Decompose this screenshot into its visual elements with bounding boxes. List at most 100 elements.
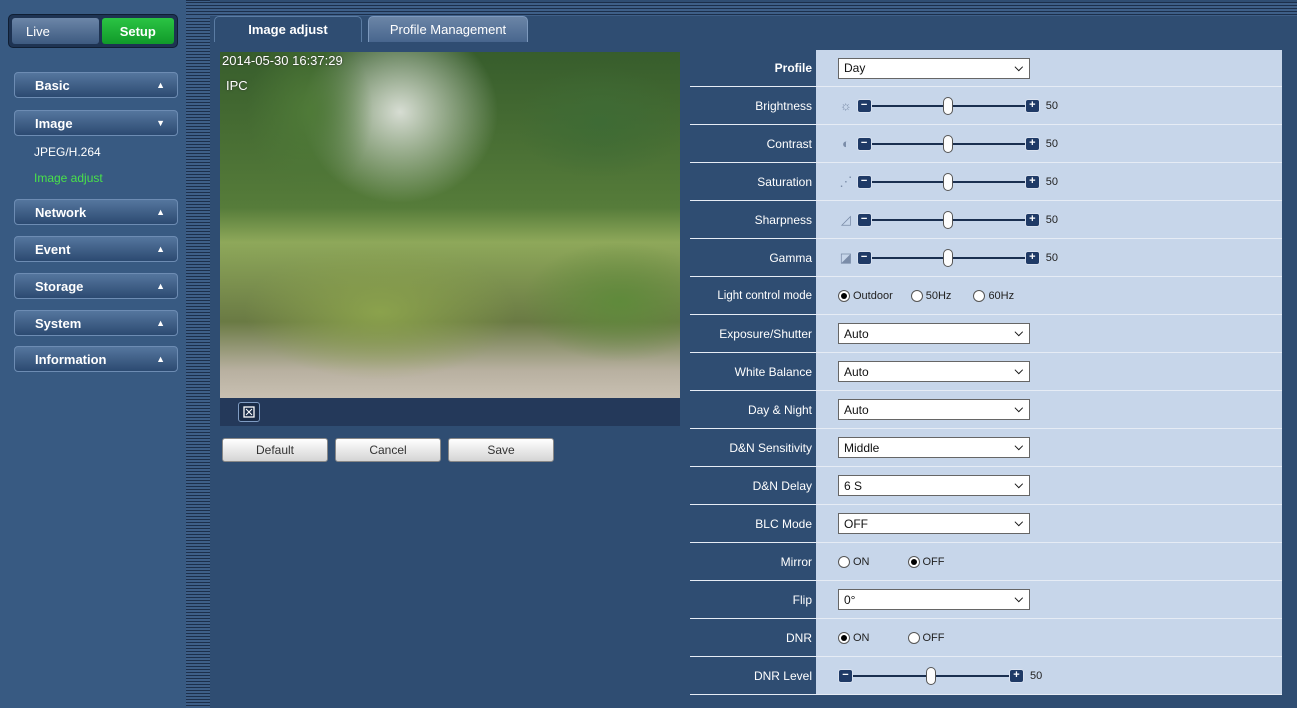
save-button[interactable]: Save (448, 438, 554, 462)
radio-dnr-off[interactable]: OFF (907, 631, 945, 644)
slider-thumb[interactable] (943, 134, 954, 153)
setting-row-gamma: Gamma ◪ − + 50 (690, 239, 1282, 277)
sun-icon: ☼ (839, 98, 852, 113)
frame-top (186, 2, 1297, 16)
submenu-jpeg-h264[interactable]: JPEG/H.264 (34, 145, 101, 159)
radio-dot (838, 289, 850, 302)
decrease-button[interactable]: − (856, 174, 872, 189)
menu-storage-label: Storage (35, 278, 84, 294)
slider-track[interactable] (871, 210, 1025, 229)
menu-system[interactable]: System ▲ (14, 310, 178, 336)
blc-select[interactable]: OFF ⌵ (838, 513, 1030, 534)
setting-row-light-control: Light control mode Outdoor 50Hz 60Hz (690, 277, 1282, 315)
expand-arrow-icon: ▲ (156, 80, 165, 90)
decrease-button[interactable]: − (856, 98, 872, 113)
flip-select[interactable]: 0° ⌵ (838, 589, 1030, 610)
saturation-slider[interactable]: ⋰ − + 50 (838, 172, 1058, 191)
radio-dnr-on[interactable]: ON (838, 631, 870, 644)
video-timestamp: 2014-05-30 16:37:29 (222, 53, 343, 68)
radio-dot (838, 631, 850, 644)
increase-button[interactable]: + (1024, 212, 1040, 227)
tab-profile-management[interactable]: Profile Management (368, 16, 528, 42)
flip-label: Flip (690, 581, 816, 618)
slider-thumb[interactable] (943, 210, 954, 229)
dn-sensitivity-select[interactable]: Middle ⌵ (838, 437, 1030, 458)
setup-button[interactable]: Setup (101, 18, 174, 44)
gamma-slider[interactable]: ◪ − + 50 (838, 248, 1058, 267)
settings-table: Profile Day ⌵ Brightness ☼ − + 50 Contras… (690, 50, 1282, 695)
decrease-button[interactable]: − (838, 668, 853, 683)
menu-basic[interactable]: Basic ▲ (14, 72, 178, 98)
tab-image-adjust[interactable]: Image adjust (214, 16, 362, 42)
setting-row-contrast: Contrast ◐ − + 50 (690, 125, 1282, 163)
menu-event[interactable]: Event ▲ (14, 236, 178, 262)
exposure-label: Exposure/Shutter (690, 315, 816, 352)
default-button[interactable]: Default (222, 438, 328, 462)
white-balance-select[interactable]: Auto ⌵ (838, 361, 1030, 382)
increase-button[interactable]: + (1024, 250, 1040, 265)
flip-value: 0° (844, 592, 856, 607)
increase-button[interactable]: + (1024, 174, 1040, 189)
radio-60hz[interactable]: 60Hz (973, 289, 1014, 302)
video-channel-label: IPC (226, 78, 248, 93)
chevron-down-icon: ⌵ (1014, 365, 1023, 377)
setting-row-flip: Flip 0° ⌵ (690, 581, 1282, 619)
radio-50hz-label: 50Hz (925, 289, 952, 302)
fullscreen-icon[interactable] (238, 402, 260, 422)
exposure-select[interactable]: Auto ⌵ (838, 323, 1030, 344)
blc-label: BLC Mode (690, 505, 816, 542)
radio-mirror-off[interactable]: OFF (907, 555, 945, 568)
radio-mirror-off-label: OFF (922, 555, 945, 568)
radio-dot (973, 289, 986, 302)
slider-thumb[interactable] (926, 666, 936, 685)
radio-outdoor[interactable]: Outdoor (838, 289, 893, 302)
expand-arrow-icon: ▲ (156, 207, 165, 217)
radio-50hz[interactable]: 50Hz (910, 289, 952, 302)
cancel-button[interactable]: Cancel (335, 438, 441, 462)
dnr-level-slider[interactable]: − + 50 (838, 666, 1058, 685)
decrease-button[interactable]: − (856, 250, 872, 265)
gamma-icon: ◪ (839, 249, 853, 265)
submenu-image-adjust[interactable]: Image adjust (34, 171, 103, 185)
collapse-arrow-icon: ▼ (156, 118, 165, 128)
day-night-select[interactable]: Auto ⌵ (838, 399, 1030, 420)
slider-track[interactable] (871, 248, 1025, 267)
menu-information[interactable]: Information ▲ (14, 346, 178, 372)
sharpness-slider[interactable]: ◿ − + 50 (838, 210, 1058, 229)
contrast-slider[interactable]: ◐ − + 50 (838, 134, 1058, 153)
dnr-radio-group: ON OFF (838, 631, 963, 644)
increase-button[interactable]: + (1024, 136, 1040, 151)
radio-dnr-on-label: ON (853, 631, 870, 644)
menu-network[interactable]: Network ▲ (14, 199, 178, 225)
profile-select[interactable]: Day ⌵ (838, 57, 1030, 79)
brightness-slider[interactable]: ☼ − + 50 (838, 96, 1058, 115)
saturation-icon: ⋰ (839, 173, 853, 189)
brightness-label: Brightness (690, 87, 816, 124)
gamma-value: 50 (1045, 251, 1058, 264)
menu-storage[interactable]: Storage ▲ (14, 273, 178, 299)
menu-image[interactable]: Image ▼ (14, 110, 178, 136)
video-toolbar (220, 398, 680, 426)
slider-track[interactable] (853, 666, 1009, 685)
live-button[interactable]: Live (12, 18, 99, 44)
setting-row-blc: BLC Mode OFF ⌵ (690, 505, 1282, 543)
slider-thumb[interactable] (943, 172, 954, 191)
chevron-down-icon: ⌵ (1014, 441, 1023, 453)
slider-thumb[interactable] (943, 248, 954, 267)
radio-dot (910, 289, 923, 302)
dn-delay-select[interactable]: 6 S ⌵ (838, 475, 1030, 496)
decrease-button[interactable]: − (856, 212, 872, 227)
setting-row-sharpness: Sharpness ◿ − + 50 (690, 201, 1282, 239)
slider-thumb[interactable] (943, 96, 954, 115)
increase-button[interactable]: + (1024, 98, 1040, 113)
slider-track[interactable] (871, 134, 1025, 153)
decrease-button[interactable]: − (856, 136, 872, 151)
slider-track[interactable] (871, 172, 1025, 191)
dn-sensitivity-label: D&N Sensitivity (690, 429, 816, 466)
radio-mirror-on[interactable]: ON (838, 555, 870, 568)
light-control-label: Light control mode (690, 277, 816, 314)
sharpness-value: 50 (1045, 213, 1058, 226)
increase-button[interactable]: + (1009, 668, 1024, 683)
menu-image-label: Image (35, 115, 73, 131)
slider-track[interactable] (871, 96, 1025, 115)
